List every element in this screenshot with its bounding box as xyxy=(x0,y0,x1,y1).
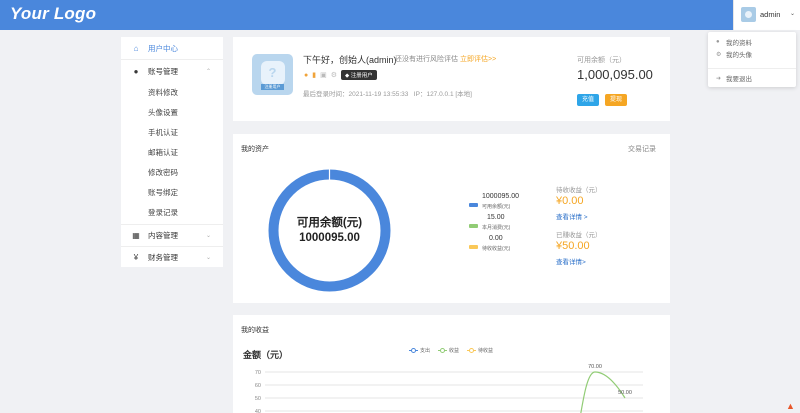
home-icon: ⌂ xyxy=(133,43,139,53)
user-name[interactable]: admin xyxy=(760,10,780,19)
legend-item-expense[interactable]: 支出 xyxy=(409,347,430,354)
logo[interactable]: Your Logo xyxy=(10,4,96,24)
assets-title: 我的资产 xyxy=(241,146,269,153)
verification-badges: ● ▮ ▣ ⚙ ◆ 注册用户 xyxy=(304,70,377,80)
donut-center-label: 可用余额(元) xyxy=(297,215,362,229)
chevron-up-icon: ⌃ xyxy=(205,68,211,75)
sidebar: ⌂ 用户中心 ● 账号管理 ⌃ 资料修改 头像设置 手机认证 邮箱认证 修改密码… xyxy=(121,37,223,267)
income-title: 我的收益 xyxy=(241,327,269,334)
income-line-chart: 40 50 60 70 70.00 50.00 xyxy=(255,364,643,413)
y-tick-label: 50 xyxy=(255,396,261,402)
avatar[interactable] xyxy=(741,7,756,22)
y-tick-label: 60 xyxy=(255,383,261,389)
lock-icon[interactable]: ▣ xyxy=(320,71,327,79)
pending-detail-link[interactable]: 查看详情 > xyxy=(556,211,588,221)
balance-label: 可用余额（元） xyxy=(577,57,626,64)
chevron-down-icon[interactable]: ⌄ xyxy=(790,10,795,17)
legend-item-pending[interactable]: 待收益 xyxy=(467,347,493,354)
legend-swatch xyxy=(469,224,478,228)
dropdown-item-avatar[interactable]: ⚙ 我的头像 xyxy=(716,49,752,60)
sidebar-item-account[interactable]: ● 账号管理 ⌃ xyxy=(121,61,223,81)
grid-icon: ▦ xyxy=(132,230,140,240)
balance-value: 1,000,095.00 xyxy=(577,67,653,82)
assets-donut-chart: 可用余额(元) 1000095.00 xyxy=(268,169,391,292)
sidebar-subitem-email[interactable]: 邮箱认证 xyxy=(148,147,178,159)
chevron-down-icon: ⌄ xyxy=(205,254,211,261)
user-menu[interactable]: admin ⌄ xyxy=(733,0,800,30)
assets-card: 我的资产 交易记录 可用余额(元) 1000095.00 1000095.00 … xyxy=(233,134,670,303)
gear-icon[interactable]: ⚙ xyxy=(331,71,337,79)
sidebar-divider xyxy=(121,59,223,60)
donut-center-value: 1000095.00 xyxy=(299,232,360,244)
avatar[interactable]: ? 注册用户 xyxy=(252,54,293,95)
dropdown-item-logout[interactable]: ➜ 我要退出 xyxy=(716,73,752,84)
user-dropdown: ● 我的资料 ⚙ 我的头像 ➜ 我要退出 xyxy=(708,32,796,87)
earned-income-label: 已赚收益（元） xyxy=(556,232,602,239)
vip-badge: ◆ 注册用户 xyxy=(341,70,377,80)
legend-item-income[interactable]: 收益 xyxy=(438,347,459,354)
sidebar-subitem-profile-edit[interactable]: 资料修改 xyxy=(148,87,178,99)
sidebar-item-user-center[interactable]: ⌂ 用户中心 xyxy=(121,38,223,58)
greeting: 下午好，创始人(admin) xyxy=(303,55,397,65)
profile-card: ? 注册用户 下午好，创始人(admin) 还没有进行风险评估 立即评估>> ●… xyxy=(233,37,670,121)
sidebar-subitem-phone[interactable]: 手机认证 xyxy=(148,127,178,139)
chevron-down-icon: ⌄ xyxy=(205,232,211,239)
legend-swatch xyxy=(469,203,478,207)
risk-status: 还没有进行风险评估 xyxy=(395,56,458,63)
data-label: 70.00 xyxy=(588,364,602,370)
top-bar: Your Logo admin ⌄ xyxy=(0,0,800,30)
gear-icon: ⚙ xyxy=(716,51,722,58)
sidebar-subitem-login-records[interactable]: 登录记录 xyxy=(148,207,178,219)
income-card: 我的收益 金额（元） 支出 收益 待收益 40 50 60 70 70.00 50.00 xyxy=(233,315,670,413)
flame-icon: ▲ xyxy=(786,401,795,411)
donut-slice-balance[interactable] xyxy=(268,169,391,292)
question-mark-icon: ? xyxy=(268,65,277,80)
sidebar-item-finance[interactable]: ¥ 财务管理 ⌄ xyxy=(121,247,223,267)
withdraw-button[interactable]: 提现 xyxy=(605,94,628,106)
recharge-button[interactable]: 充值 xyxy=(577,94,600,106)
last-login-info: 最后登录时间：2021-11-19 13:55:33 IP：127.0.0.1 … xyxy=(303,91,472,98)
earned-income-value: ¥50.00 xyxy=(556,240,590,252)
sidebar-item-content[interactable]: ▦ 内容管理 ⌄ xyxy=(121,225,223,245)
assess-link[interactable]: 立即评估>> xyxy=(460,54,496,64)
y-tick-label: 40 xyxy=(255,409,261,413)
legend-swatch xyxy=(469,245,478,249)
pending-income-label: 待收收益（元） xyxy=(556,187,602,194)
sidebar-subitem-password[interactable]: 修改密码 xyxy=(148,167,178,179)
phone-verified-icon[interactable]: ▮ xyxy=(312,71,316,79)
sidebar-subitem-avatar[interactable]: 头像设置 xyxy=(148,107,178,119)
user-icon: ● xyxy=(133,66,139,76)
data-label: 50.00 xyxy=(618,390,632,396)
earned-detail-link[interactable]: 查看详情> xyxy=(556,256,586,266)
user-icon: ● xyxy=(716,39,720,45)
user-verified-icon[interactable]: ● xyxy=(304,72,308,79)
y-tick-label: 70 xyxy=(255,370,261,376)
dropdown-divider xyxy=(708,68,796,69)
dropdown-item-profile[interactable]: ● 我的资料 xyxy=(716,37,752,47)
yen-icon: ¥ xyxy=(133,252,139,262)
transaction-records-link[interactable]: 交易记录 xyxy=(628,144,656,154)
sidebar-subitem-binding[interactable]: 账号绑定 xyxy=(148,187,178,199)
pending-income-value: ¥0.00 xyxy=(556,195,584,207)
logout-icon: ➜ xyxy=(716,75,722,82)
chart-legend: 支出 收益 待收益 xyxy=(409,347,493,354)
avatar-tag: 注册用户 xyxy=(261,84,284,90)
